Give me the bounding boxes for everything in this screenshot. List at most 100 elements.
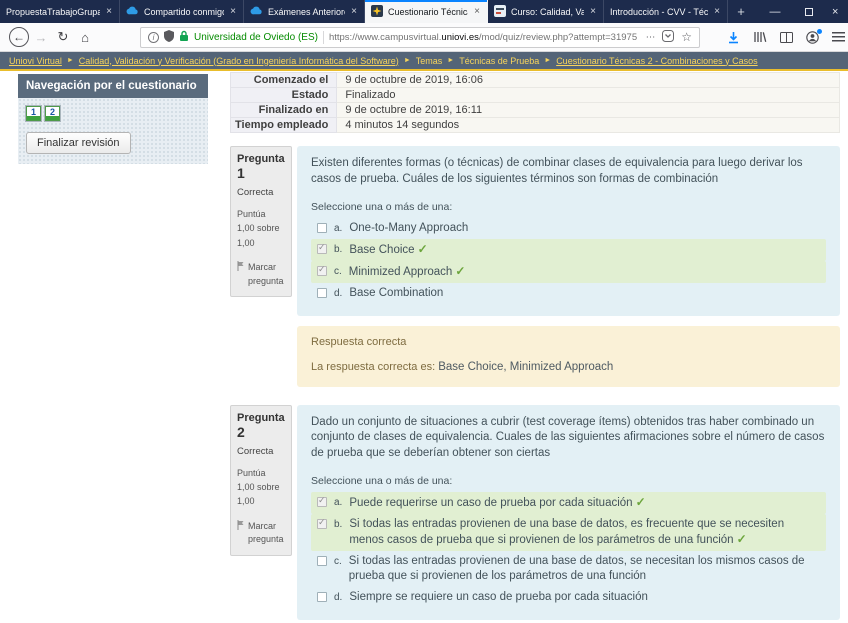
tab-label: Cuestionario Técnicas 2 - [388,7,468,17]
lock-icon [179,30,189,45]
summary-value: 9 de octubre de 2019, 16:11 [337,103,840,118]
breadcrumb-course[interactable]: Calidad, Validación y Verificación (Grad… [79,56,399,66]
question-1-formulation: Existen diferentes formas (o técnicas) d… [297,146,840,316]
question-label: Pregunta [237,153,285,165]
tab-close-icon[interactable]: × [229,6,237,17]
breadcrumb-uniovi-virtual[interactable]: Uniovi Virtual [9,56,62,66]
checkbox-icon[interactable] [317,223,327,233]
checkbox-icon[interactable] [317,288,327,298]
tab-label: Curso: Calidad, Validació [511,7,584,17]
question-label: Pregunta [237,412,285,424]
question-2-formulation: Dado un conjunto de situaciones a cubrir… [297,405,840,620]
breadcrumb-temas[interactable]: Temas [416,56,443,66]
breadcrumb-tecnicas[interactable]: Técnicas de Prueba [459,56,539,66]
correct-check-icon: ✓ [737,532,747,546]
option-key: a. [334,221,342,235]
browser-toolbar: ← → ↻ ⌂ i Universidad de Oviedo (ES) htt… [0,23,848,52]
option-key: d. [334,590,342,604]
quiz-review-main: Comenzado el 9 de octubre de 2019, 16:06… [230,72,840,623]
quiz-navigation-block: Navegación por el cuestionario 1 2 Final… [18,74,208,164]
downloads-icon[interactable] [727,31,740,44]
tab-introduccion[interactable]: Introducción - CVV - Técnicas × [604,0,728,23]
option-c[interactable]: c. Si todas las entradas provienen de un… [311,551,826,587]
option-b[interactable]: b. Base Choice✓ [311,239,826,261]
page-actions-icon[interactable]: ⋯ [646,32,656,43]
option-d[interactable]: d. Siempre se requiere un caso de prueba… [311,587,826,608]
new-tab-button[interactable]: + [728,0,754,23]
bookmark-star-icon[interactable]: ☆ [681,30,692,44]
minimize-button[interactable]: — [758,0,792,23]
question-2-block: Pregunta 2 Correcta Puntúa 1,00 sobre 1,… [230,405,840,623]
summary-value: 9 de octubre de 2019, 16:06 [337,73,840,88]
breadcrumb-cuestionario[interactable]: Cuestionario Técnicas 2 - Combinaciones … [556,56,757,66]
tab-propuesta[interactable]: PropuestaTrabajoGrupal2019 × [0,0,120,23]
option-text: Puede requerirse un caso de prueba por c… [349,495,645,511]
option-c[interactable]: c. Minimized Approach✓ [311,261,826,283]
question-1-feedback: Respuesta correcta La respuesta correcta… [297,326,840,387]
summary-value: Finalizado [337,88,840,103]
cloud-icon [126,6,139,17]
tab-close-icon[interactable]: × [105,6,113,17]
option-text: Siempre se requiere un caso de prueba po… [349,590,648,605]
tab-curso[interactable]: Curso: Calidad, Validació × [488,0,604,23]
quiz-review-page: Navegación por el cuestionario 1 2 Final… [0,71,848,623]
page-info-icon[interactable]: i [148,32,159,43]
flag-label: Marcar pregunta [248,261,285,288]
tab-examenes[interactable]: Exámenes Anteriores: On × [244,0,365,23]
option-a[interactable]: a. One-to-Many Approach [311,218,826,239]
question-nav-button-2[interactable]: 2 [45,106,60,121]
menu-icon[interactable] [832,32,845,42]
reload-button[interactable]: ↻ [52,26,74,48]
forward-button[interactable]: → [30,26,52,48]
flag-label: Marcar pregunta [248,520,285,547]
checkbox-icon[interactable] [317,556,327,566]
question-number: 1 [237,165,245,181]
tab-close-icon[interactable]: × [713,6,721,17]
question-1-block: Pregunta 1 Correcta Puntúa 1,00 sobre 1,… [230,146,840,387]
option-text: Base Combination [349,286,443,301]
option-text: Base Choice✓ [349,242,427,258]
flag-icon [237,520,245,535]
tab-close-icon[interactable]: × [473,6,481,17]
checkbox-icon[interactable] [317,592,327,602]
option-key: b. [334,517,342,531]
toolbar-right-icons [727,31,840,44]
option-key: a. [334,495,342,509]
flag-question-control[interactable]: Marcar pregunta [237,520,285,547]
option-text: Minimized Approach✓ [349,264,466,280]
library-icon[interactable] [753,31,767,43]
checkbox-icon[interactable] [317,497,327,507]
checkbox-icon[interactable] [317,244,327,254]
tab-close-icon[interactable]: × [350,6,358,17]
answer-prompt: Seleccione una o más de una: [311,474,826,488]
sidebar-toggle-icon[interactable] [780,32,793,43]
maximize-icon [805,8,813,16]
finish-review-button[interactable]: Finalizar revisión [26,132,131,154]
security-label[interactable]: Universidad de Oviedo (ES) [194,32,318,43]
breadcrumb-separator-icon: ► [404,57,411,64]
option-b[interactable]: b. Si todas las entradas provienen de un… [311,514,826,551]
close-window-button[interactable]: × [826,0,848,23]
maximize-button[interactable] [792,0,826,23]
checkbox-icon[interactable] [317,266,327,276]
account-icon[interactable] [806,31,819,44]
tab-label: Compartido conmigo: O [144,7,224,17]
checkbox-icon[interactable] [317,519,327,529]
pocket-icon[interactable] [662,30,674,45]
home-button[interactable]: ⌂ [74,26,96,48]
flag-question-control[interactable]: Marcar pregunta [237,261,285,288]
url-text[interactable]: https://www.campusvirtual.uniovi.es/mod/… [329,32,641,43]
back-icon: ← [9,27,29,47]
tab-compartido[interactable]: Compartido conmigo: O × [120,0,244,23]
url-bar[interactable]: i Universidad de Oviedo (ES) https://www… [140,27,700,48]
quiz-navigation-body: 1 2 Finalizar revisión [18,98,208,164]
window-controls: — × [758,0,848,23]
tab-cuestionario-active[interactable]: Cuestionario Técnicas 2 - × [365,0,488,23]
tab-close-icon[interactable]: × [589,6,597,17]
back-button[interactable]: ← [8,26,30,48]
option-d[interactable]: d. Base Combination [311,283,826,304]
tab-label: PropuestaTrabajoGrupal2019 [6,7,100,17]
option-a[interactable]: a. Puede requerirse un caso de prueba po… [311,492,826,514]
tracking-shield-icon[interactable] [164,30,174,45]
question-nav-button-1[interactable]: 1 [26,106,41,121]
